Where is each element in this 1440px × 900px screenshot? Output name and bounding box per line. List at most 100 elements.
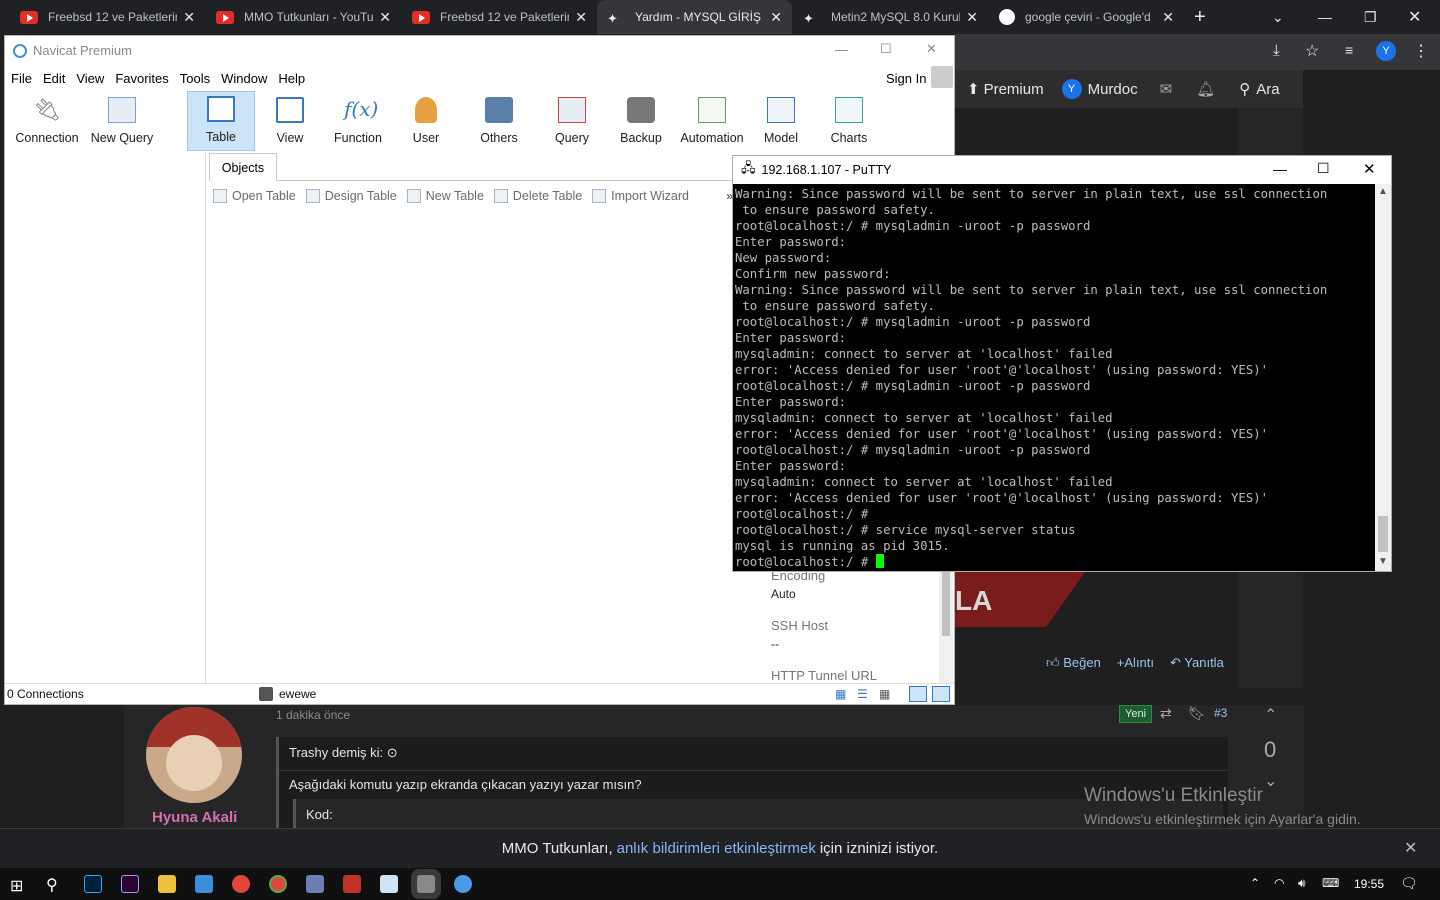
open-table-button[interactable]: Open Table <box>213 189 296 203</box>
minimize-icon[interactable]: — <box>835 42 848 57</box>
browser-tab-active[interactable]: ✦ Yardım - MYSQL GİRİŞ S ✕ <box>597 0 792 34</box>
premiere-icon[interactable] <box>121 875 139 893</box>
close-icon[interactable]: ✕ <box>966 9 978 26</box>
search-icon[interactable]: ⚲ <box>46 875 58 895</box>
windows-start-icon[interactable]: ⊞ <box>10 876 23 896</box>
user-avatar[interactable]: Y <box>1061 79 1082 99</box>
import-wizard-button[interactable]: Import Wizard <box>592 189 689 203</box>
download-icon[interactable]: ⤓ <box>1273 42 1280 59</box>
menu-edit[interactable]: Edit <box>43 71 65 86</box>
chrome-profile-icon[interactable] <box>269 875 287 893</box>
browser-tab[interactable]: Freebsd 12 ve Paketlerin ✕ <box>10 0 205 34</box>
minimize-icon[interactable]: — <box>1318 0 1332 34</box>
design-table-button[interactable]: Design Table <box>305 189 397 203</box>
scroll-down-icon[interactable]: ▼ <box>1378 556 1388 567</box>
grid-view-icon[interactable]: ▦ <box>835 687 846 701</box>
filezilla-icon[interactable] <box>343 875 361 893</box>
file-explorer-icon[interactable] <box>158 875 176 893</box>
profile-avatar[interactable]: Y <box>1376 41 1396 61</box>
close-icon[interactable]: ✕ <box>926 41 937 57</box>
new-tab-icon[interactable]: + <box>1194 0 1206 34</box>
others-button[interactable]: Others <box>469 91 529 151</box>
close-icon[interactable]: ✕ <box>1162 9 1174 26</box>
quote-author[interactable]: Trashy demiş ki: ⊙ <box>289 745 398 761</box>
user-button[interactable]: User <box>399 91 453 151</box>
bell-icon[interactable]: 🔔︎ <box>1196 80 1215 98</box>
close-window-icon[interactable]: ✕ <box>1408 0 1421 34</box>
view-button[interactable]: View <box>261 91 319 151</box>
delete-table-button[interactable]: Delete Table <box>493 189 582 203</box>
reply-button[interactable]: ↶ Yanıtla <box>1170 655 1224 671</box>
photoshop-icon[interactable] <box>84 875 102 893</box>
model-button[interactable]: Model <box>753 91 809 151</box>
maximize-icon[interactable]: ☐ <box>1317 160 1330 177</box>
media-icon[interactable]: ≡ <box>1345 42 1353 58</box>
premium-link[interactable]: Premium <box>984 81 1044 98</box>
bookmark-icon[interactable]: 🔖︎ <box>1188 705 1206 722</box>
table-button[interactable]: Table <box>187 91 255 151</box>
menu-favorites[interactable]: Favorites <box>115 71 168 86</box>
terminal-output[interactable]: Warning: Since password will be sent to … <box>733 184 1375 571</box>
tab-search-icon[interactable]: ⌄ <box>1272 0 1284 34</box>
browser-tab[interactable]: Freebsd 12 ve Paketlerin ✕ <box>402 0 597 34</box>
browser-tab[interactable]: google çeviri - Google'd ✕ <box>989 0 1184 34</box>
query-button[interactable]: Query <box>543 91 601 151</box>
quote-button[interactable]: +Alıntı <box>1117 655 1154 671</box>
clock[interactable]: 19:55 <box>1354 877 1384 891</box>
more-icon[interactable]: ⋮ <box>1413 41 1429 61</box>
detail-view-icon[interactable]: ▦ <box>879 687 890 701</box>
menu-view[interactable]: View <box>76 71 104 86</box>
connection-tree[interactable] <box>5 153 206 683</box>
like-button[interactable]: 👍︎ Beğen <box>1046 655 1101 671</box>
scroll-up-icon[interactable]: ▲ <box>1378 186 1388 197</box>
network-icon[interactable]: ◠ <box>1274 876 1284 890</box>
app-cube-icon[interactable] <box>306 875 324 893</box>
scrollbar-thumb[interactable] <box>1378 516 1388 552</box>
connection-button[interactable]: 🔌︎ Connection <box>11 91 83 151</box>
browser-tab[interactable]: ✦ Metin2 MySQL 8.0 Kurul ✕ <box>793 0 988 34</box>
user-link[interactable]: Murdoc <box>1088 81 1138 98</box>
new-query-button[interactable]: New Query <box>89 91 155 151</box>
notification-center-icon[interactable]: 🗨︎ <box>1400 875 1418 892</box>
terminal-scrollbar[interactable]: ▲ ▼ <box>1375 184 1391 571</box>
share-icon[interactable]: ⇄ <box>1160 705 1172 722</box>
menu-help[interactable]: Help <box>278 71 305 86</box>
close-icon[interactable]: ✕ <box>1404 838 1417 858</box>
remote-desktop-icon[interactable] <box>195 875 213 893</box>
objects-search-bar[interactable] <box>277 153 735 181</box>
pane-right-icon[interactable] <box>932 686 950 702</box>
mail-icon[interactable]: ✉ <box>1160 80 1173 98</box>
keyboard-icon[interactable]: ⌨ <box>1322 876 1339 890</box>
close-icon[interactable]: ✕ <box>183 9 195 26</box>
chevron-up-icon[interactable]: ⌃ <box>1250 876 1260 890</box>
minimize-icon[interactable]: — <box>1273 161 1287 177</box>
close-icon[interactable]: ✕ <box>575 9 587 26</box>
close-icon[interactable]: ✕ <box>770 9 782 26</box>
post-number[interactable]: #3 <box>1214 706 1227 720</box>
menu-tools[interactable]: Tools <box>180 71 210 86</box>
backup-button[interactable]: Backup <box>611 91 671 151</box>
close-icon[interactable]: ✕ <box>1363 160 1376 178</box>
function-button[interactable]: f(x) Function <box>325 91 391 151</box>
browser-tab[interactable]: MMO Tutkunları - YouTu ✕ <box>206 0 401 34</box>
upvote-icon[interactable]: ⌃ <box>1264 705 1277 725</box>
bookmark-star-icon[interactable]: ☆ <box>1305 41 1319 61</box>
user-avatar-icon[interactable] <box>931 66 953 88</box>
post-author[interactable]: Hyuna Akali <box>152 809 237 826</box>
putty-taskbar-icon[interactable] <box>417 875 435 893</box>
restore-icon[interactable]: ❐ <box>1364 0 1377 34</box>
navicat-taskbar-icon[interactable] <box>454 875 472 893</box>
close-icon[interactable]: ✕ <box>379 9 391 26</box>
new-table-button[interactable]: New Table <box>406 189 484 203</box>
menu-file[interactable]: File <box>11 71 32 86</box>
menu-window[interactable]: Window <box>221 71 267 86</box>
list-view-icon[interactable]: ☰ <box>857 687 868 701</box>
search-icon[interactable]: ⚲ <box>1239 80 1250 98</box>
automation-button[interactable]: Automation <box>675 91 749 151</box>
charts-button[interactable]: Charts <box>821 91 877 151</box>
pane-left-icon[interactable] <box>909 686 927 702</box>
notepad-icon[interactable] <box>380 875 398 893</box>
volume-icon[interactable]: 🔊︎ <box>1298 876 1306 891</box>
tab-objects[interactable]: Objects <box>209 153 277 181</box>
chrome-icon[interactable] <box>232 875 250 893</box>
